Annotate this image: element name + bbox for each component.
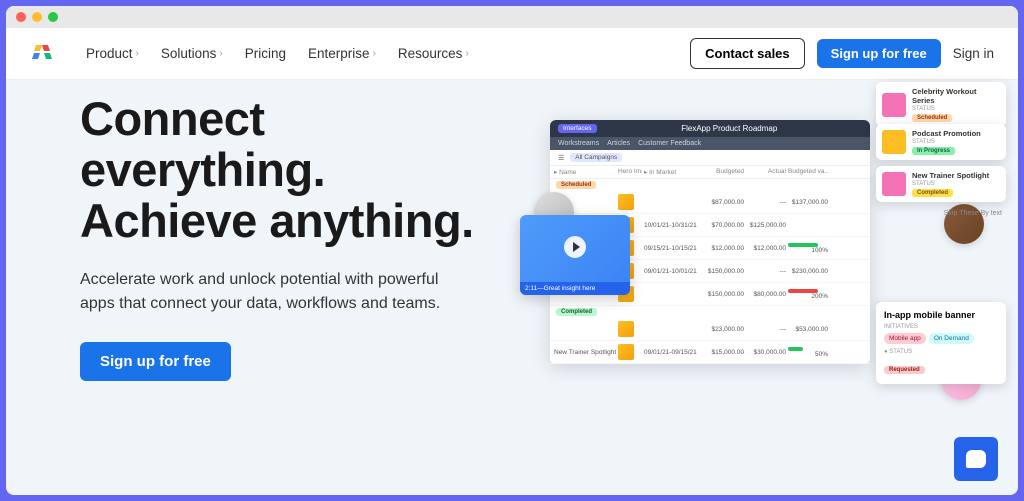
chevron-right-icon: ›	[465, 48, 468, 59]
card-title: New Trainer Spotlight	[912, 171, 989, 180]
col-budgeted-va: Budgeted va...	[788, 168, 828, 176]
group-header: Scheduled	[550, 179, 870, 191]
campaigns-filter[interactable]: All Campaigns	[570, 153, 622, 162]
app-tabs: Workstreams Articles Customer Feedback	[550, 137, 870, 150]
status-card: New Trainer Spotlight Status Completed	[876, 166, 1006, 202]
contact-sales-button[interactable]: Contact sales	[690, 38, 805, 69]
hero-subheadline: Accelerate work and unlock potential wit…	[80, 268, 450, 316]
col-name: ▸ Name	[554, 168, 616, 176]
tab-feedback[interactable]: Customer Feedback	[638, 140, 701, 147]
tab-articles[interactable]: Articles	[607, 140, 630, 147]
status-card: Podcast Promotion Status In Progress	[876, 124, 1006, 160]
logo[interactable]	[30, 43, 56, 65]
chevron-right-icon: ›	[219, 48, 222, 59]
hero-headline: Connect everything. Achieve anything.	[80, 94, 510, 246]
nav-product[interactable]: Product›	[86, 46, 139, 61]
card-status-label: Status	[912, 139, 981, 145]
status-pill: Requested	[884, 366, 925, 374]
status-pill: In Progress	[912, 147, 955, 155]
signin-link[interactable]: Sign in	[953, 46, 994, 61]
video-caption: 2:11—Great insight here	[520, 282, 630, 295]
chevron-right-icon: ›	[373, 48, 376, 59]
card-status-label: Status	[912, 181, 989, 187]
thumb-icon	[618, 344, 634, 360]
interfaces-pill: Interfaces	[558, 124, 597, 133]
browser-chrome	[6, 6, 1018, 28]
detail-label: Initiatives	[884, 324, 998, 330]
app-table-header: ▸ Name Hero Image ▸ In Market Budgeted A…	[550, 166, 870, 179]
col-budgeted: Budgeted	[704, 168, 744, 176]
initiative-pill: On Demand	[929, 333, 974, 344]
detail-card: In-app mobile banner Initiatives Mobile …	[876, 302, 1006, 384]
card-thumb	[882, 93, 906, 117]
group-header: Completed	[550, 306, 870, 318]
card-thumb	[882, 172, 906, 196]
detail-title: In-app mobile banner	[884, 310, 998, 320]
close-window-icon[interactable]	[16, 12, 26, 22]
detail-label: ● Status	[884, 349, 998, 355]
col-in-market: ▸ In Market	[644, 168, 702, 176]
group-pill: Scheduled	[556, 181, 596, 189]
hero-section: Connect everything. Achieve anything. Ac…	[6, 80, 1018, 495]
top-nav: Product› Solutions› Pricing Enterprise› …	[6, 28, 1018, 80]
hero-copy: Connect everything. Achieve anything. Ac…	[80, 90, 510, 495]
nav-right: Contact sales Sign up for free Sign in	[690, 38, 994, 69]
status-pill: Completed	[912, 189, 953, 197]
group-pill: Completed	[556, 308, 597, 316]
app-toolbar: ☰ All Campaigns	[550, 150, 870, 166]
col-actual: Actual	[746, 168, 786, 176]
table-row[interactable]: New Trainer Spotlight Series09/01/21-09/…	[550, 341, 870, 364]
signup-button-nav[interactable]: Sign up for free	[817, 39, 941, 68]
chat-widget[interactable]	[954, 437, 998, 481]
app-title: FlexApp Product Roadmap	[681, 124, 777, 133]
tab-workstreams[interactable]: Workstreams	[558, 140, 599, 147]
card-thumb	[882, 130, 906, 154]
video-preview[interactable]: 2:11—Great insight here	[520, 215, 630, 295]
maximize-window-icon[interactable]	[48, 12, 58, 22]
card-title: Podcast Promotion	[912, 129, 981, 138]
table-row[interactable]: $23,000.00---$53,000.00	[550, 318, 870, 341]
hero-illustration: Interfaces FlexApp Product Roadmap Works…	[526, 80, 1006, 495]
minimize-window-icon[interactable]	[32, 12, 42, 22]
nav-resources[interactable]: Resources›	[398, 46, 469, 61]
signup-button-hero[interactable]: Sign up for free	[80, 342, 231, 381]
card-title: Celebrity Workout Series	[912, 87, 1000, 105]
skip-text: Skip These By text	[944, 210, 1002, 217]
play-icon[interactable]	[564, 236, 586, 258]
table-row[interactable]: $87,000.00---$137,000.00	[550, 191, 870, 214]
nav-items: Product› Solutions› Pricing Enterprise› …	[86, 46, 690, 61]
initiative-pill: Mobile app	[884, 333, 926, 344]
nav-enterprise[interactable]: Enterprise›	[308, 46, 376, 61]
status-pill: Scheduled	[912, 114, 952, 122]
chevron-right-icon: ›	[136, 48, 139, 59]
thumb-icon	[618, 194, 634, 210]
thumb-icon	[618, 321, 634, 337]
col-hero-image: Hero Image	[618, 168, 642, 176]
nav-pricing[interactable]: Pricing	[245, 46, 286, 61]
app-header: Interfaces FlexApp Product Roadmap	[550, 120, 870, 137]
status-card: Celebrity Workout Series Status Schedule…	[876, 82, 1006, 127]
card-status-label: Status	[912, 106, 1000, 112]
nav-solutions[interactable]: Solutions›	[161, 46, 223, 61]
chat-icon	[966, 450, 986, 468]
